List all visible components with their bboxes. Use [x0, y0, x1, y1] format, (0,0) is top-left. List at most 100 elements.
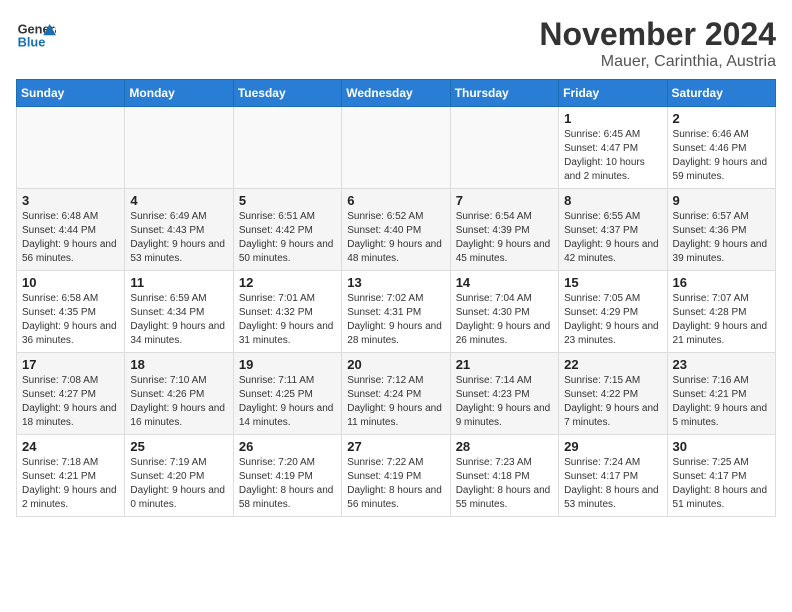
day-number: 5 [239, 193, 336, 208]
day-info: Sunrise: 7:22 AM Sunset: 4:19 PM Dayligh… [347, 456, 444, 512]
calendar-cell: 7Sunrise: 6:54 AM Sunset: 4:39 PM Daylig… [450, 189, 558, 271]
calendar-cell: 21 Sunrise: 7:14 AM Sunset: 4:23 PM Dayli… [450, 353, 558, 435]
calendar-cell: 3Sunrise: 6:48 AM Sunset: 4:44 PM Daylig… [17, 189, 125, 271]
title-area: November 2024 Mauer, Carinthia, Austria [539, 16, 776, 71]
day-info: Sunrise: 7:08 AM Sunset: 4:27 PM Dayligh… [22, 374, 119, 430]
header: General Blue November 2024 Mauer, Carint… [16, 16, 776, 71]
day-number: 17 [22, 357, 119, 372]
calendar-cell: 27 Sunrise: 7:22 AM Sunset: 4:19 PM Dayli… [342, 435, 450, 517]
day-number: 27 [347, 439, 444, 454]
day-number: 9 [673, 193, 770, 208]
weekday-header: Wednesday [342, 80, 450, 107]
day-number: 7 [456, 193, 553, 208]
day-info: Sunrise: 6:46 AM Sunset: 4:46 PM Dayligh… [673, 128, 770, 184]
calendar-cell: 10 Sunrise: 6:58 AM Sunset: 4:35 PM Dayli… [17, 271, 125, 353]
day-info: Sunrise: 6:48 AM Sunset: 4:44 PM Dayligh… [22, 210, 119, 266]
weekday-header: Tuesday [233, 80, 341, 107]
calendar-cell: 5 Sunrise: 6:51 AM Sunset: 4:42 PM Daylig… [233, 189, 341, 271]
day-number: 23 [673, 357, 770, 372]
day-number: 25 [130, 439, 227, 454]
day-info: Sunrise: 7:12 AM Sunset: 4:24 PM Dayligh… [347, 374, 444, 430]
day-info: Sunrise: 7:05 AM Sunset: 4:29 PM Dayligh… [564, 292, 661, 348]
calendar-cell [342, 107, 450, 189]
day-info: Sunrise: 7:02 AM Sunset: 4:31 PM Dayligh… [347, 292, 444, 348]
day-info: Sunrise: 6:55 AM Sunset: 4:37 PM Dayligh… [564, 210, 661, 266]
calendar-week-row: 17 Sunrise: 7:08 AM Sunset: 4:27 PM Dayli… [17, 353, 776, 435]
calendar-cell: 14 Sunrise: 7:04 AM Sunset: 4:30 PM Dayli… [450, 271, 558, 353]
calendar-table: SundayMondayTuesdayWednesdayThursdayFrid… [16, 79, 776, 517]
calendar-cell: 29 Sunrise: 7:24 AM Sunset: 4:17 PM Dayli… [559, 435, 667, 517]
calendar-cell: 20 Sunrise: 7:12 AM Sunset: 4:24 PM Dayli… [342, 353, 450, 435]
calendar-cell [450, 107, 558, 189]
day-info: Sunrise: 7:18 AM Sunset: 4:21 PM Dayligh… [22, 456, 119, 512]
calendar-cell: 1Sunrise: 6:45 AM Sunset: 4:47 PM Daylig… [559, 107, 667, 189]
day-number: 6 [347, 193, 444, 208]
day-number: 22 [564, 357, 661, 372]
day-number: 19 [239, 357, 336, 372]
day-info: Sunrise: 7:10 AM Sunset: 4:26 PM Dayligh… [130, 374, 227, 430]
header-row: SundayMondayTuesdayWednesdayThursdayFrid… [17, 80, 776, 107]
location-title: Mauer, Carinthia, Austria [539, 53, 776, 71]
day-number: 20 [347, 357, 444, 372]
logo-icon: General Blue [16, 16, 56, 56]
calendar-cell: 11 Sunrise: 6:59 AM Sunset: 4:34 PM Dayli… [125, 271, 233, 353]
day-number: 24 [22, 439, 119, 454]
day-info: Sunrise: 7:14 AM Sunset: 4:23 PM Dayligh… [456, 374, 553, 430]
weekday-header: Thursday [450, 80, 558, 107]
weekday-header: Friday [559, 80, 667, 107]
day-info: Sunrise: 6:59 AM Sunset: 4:34 PM Dayligh… [130, 292, 227, 348]
day-number: 21 [456, 357, 553, 372]
calendar-cell: 25 Sunrise: 7:19 AM Sunset: 4:20 PM Dayli… [125, 435, 233, 517]
day-info: Sunrise: 6:52 AM Sunset: 4:40 PM Dayligh… [347, 210, 444, 266]
calendar-cell: 9 Sunrise: 6:57 AM Sunset: 4:36 PM Daylig… [667, 189, 775, 271]
calendar-cell: 8 Sunrise: 6:55 AM Sunset: 4:37 PM Daylig… [559, 189, 667, 271]
calendar-cell: 4Sunrise: 6:49 AM Sunset: 4:43 PM Daylig… [125, 189, 233, 271]
day-number: 11 [130, 275, 227, 290]
calendar-week-row: 10 Sunrise: 6:58 AM Sunset: 4:35 PM Dayli… [17, 271, 776, 353]
day-number: 30 [673, 439, 770, 454]
day-number: 14 [456, 275, 553, 290]
calendar-cell: 6 Sunrise: 6:52 AM Sunset: 4:40 PM Daylig… [342, 189, 450, 271]
day-info: Sunrise: 6:58 AM Sunset: 4:35 PM Dayligh… [22, 292, 119, 348]
day-number: 15 [564, 275, 661, 290]
day-number: 29 [564, 439, 661, 454]
day-number: 13 [347, 275, 444, 290]
calendar-cell [17, 107, 125, 189]
day-info: Sunrise: 7:07 AM Sunset: 4:28 PM Dayligh… [673, 292, 770, 348]
calendar-week-row: 3Sunrise: 6:48 AM Sunset: 4:44 PM Daylig… [17, 189, 776, 271]
day-info: Sunrise: 7:01 AM Sunset: 4:32 PM Dayligh… [239, 292, 336, 348]
day-info: Sunrise: 7:16 AM Sunset: 4:21 PM Dayligh… [673, 374, 770, 430]
calendar-cell: 12Sunrise: 7:01 AM Sunset: 4:32 PM Dayli… [233, 271, 341, 353]
day-info: Sunrise: 6:51 AM Sunset: 4:42 PM Dayligh… [239, 210, 336, 266]
day-info: Sunrise: 7:23 AM Sunset: 4:18 PM Dayligh… [456, 456, 553, 512]
weekday-header: Monday [125, 80, 233, 107]
calendar-cell: 17 Sunrise: 7:08 AM Sunset: 4:27 PM Dayli… [17, 353, 125, 435]
day-info: Sunrise: 7:19 AM Sunset: 4:20 PM Dayligh… [130, 456, 227, 512]
svg-text:Blue: Blue [18, 34, 46, 49]
day-info: Sunrise: 6:45 AM Sunset: 4:47 PM Dayligh… [564, 128, 661, 184]
calendar-cell: 24 Sunrise: 7:18 AM Sunset: 4:21 PM Dayli… [17, 435, 125, 517]
day-number: 16 [673, 275, 770, 290]
calendar-cell: 13 Sunrise: 7:02 AM Sunset: 4:31 PM Dayli… [342, 271, 450, 353]
calendar-cell: 26Sunrise: 7:20 AM Sunset: 4:19 PM Dayli… [233, 435, 341, 517]
day-number: 2 [673, 111, 770, 126]
day-info: Sunrise: 7:24 AM Sunset: 4:17 PM Dayligh… [564, 456, 661, 512]
day-info: Sunrise: 6:57 AM Sunset: 4:36 PM Dayligh… [673, 210, 770, 266]
calendar-week-row: 1Sunrise: 6:45 AM Sunset: 4:47 PM Daylig… [17, 107, 776, 189]
calendar-cell [233, 107, 341, 189]
day-info: Sunrise: 7:25 AM Sunset: 4:17 PM Dayligh… [673, 456, 770, 512]
calendar-cell: 30 Sunrise: 7:25 AM Sunset: 4:17 PM Dayli… [667, 435, 775, 517]
day-number: 26 [239, 439, 336, 454]
day-number: 10 [22, 275, 119, 290]
calendar-cell: 18Sunrise: 7:10 AM Sunset: 4:26 PM Dayli… [125, 353, 233, 435]
day-info: Sunrise: 6:49 AM Sunset: 4:43 PM Dayligh… [130, 210, 227, 266]
calendar-cell: 16 Sunrise: 7:07 AM Sunset: 4:28 PM Dayli… [667, 271, 775, 353]
day-number: 28 [456, 439, 553, 454]
day-number: 8 [564, 193, 661, 208]
calendar-cell: 15 Sunrise: 7:05 AM Sunset: 4:29 PM Dayli… [559, 271, 667, 353]
weekday-header: Sunday [17, 80, 125, 107]
weekday-header: Saturday [667, 80, 775, 107]
day-info: Sunrise: 7:04 AM Sunset: 4:30 PM Dayligh… [456, 292, 553, 348]
day-info: Sunrise: 7:15 AM Sunset: 4:22 PM Dayligh… [564, 374, 661, 430]
calendar-week-row: 24 Sunrise: 7:18 AM Sunset: 4:21 PM Dayli… [17, 435, 776, 517]
